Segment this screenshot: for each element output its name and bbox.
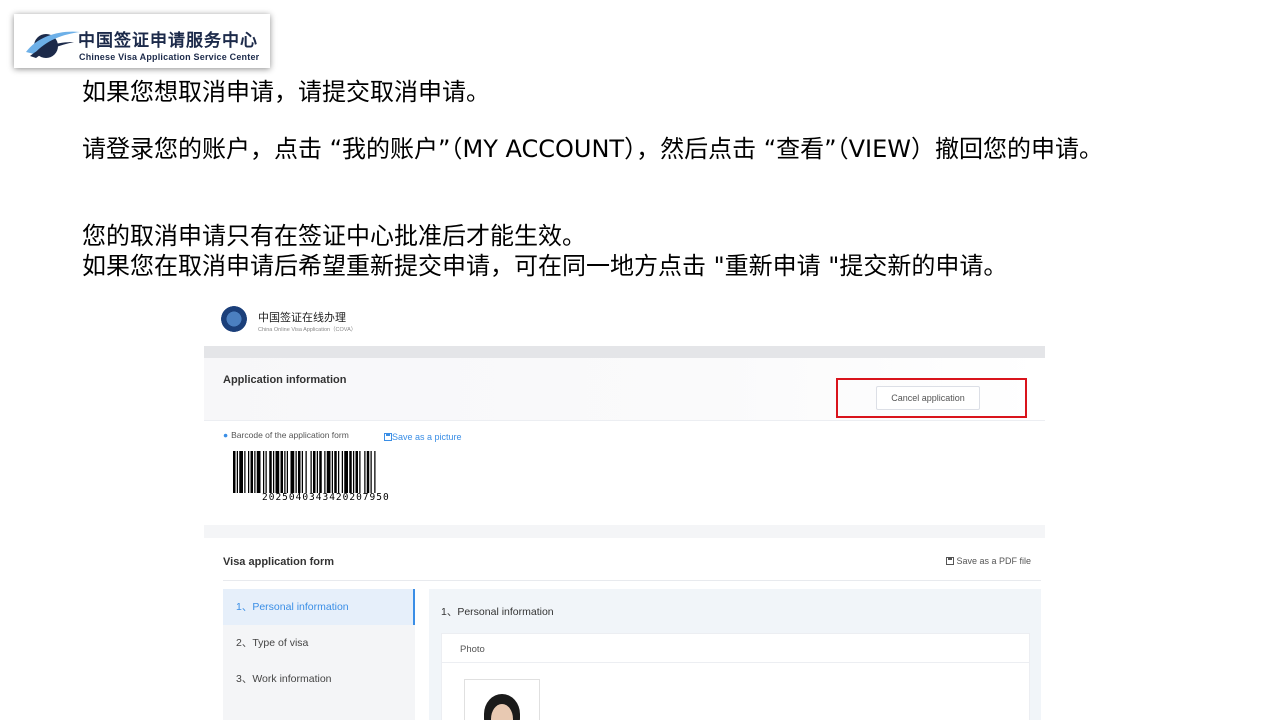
instruction-line-2: 请登录您的账户，点击 “我的账户”（MY ACCOUNT），然后点击 “查看”（… [82,135,1103,163]
barcode-bar [284,451,286,493]
site-subtitle: China Online Visa Application（COVA） [258,327,357,333]
photo-label: Photo [460,644,485,655]
barcode-bar [273,451,275,493]
swoosh-logo-icon [26,31,80,58]
barcode-bar [254,451,256,493]
save-as-picture-text: Save as a picture [392,432,462,442]
form-side-nav: 1、Personal information 2、Type of visa 3、… [223,589,415,720]
application-info-card: Application information Cancel applicati… [204,358,1045,525]
barcode-bar [316,451,318,493]
barcode-bar [301,451,303,493]
barcode-bar [275,451,280,493]
barcode-bar [295,451,297,493]
cova-screenshot: 中国签证在线办理 China Online Visa Application（C… [204,296,1045,720]
save-icon [384,433,392,441]
barcode-bar [334,451,337,493]
visa-form-title: Visa application form [223,556,335,568]
barcode-bar [326,451,331,493]
barcode-bar [366,451,370,493]
visa-center-logo: 中国签证申请服务中心 Chinese Visa Application Serv… [14,14,270,68]
barcode-bar [290,451,295,493]
save-as-picture-link[interactable]: Save as a picture [384,432,462,442]
logo-name-en: Chinese Visa Application Service Center [79,52,260,62]
visa-application-form-card: Visa application form Save as a PDF file… [204,538,1045,720]
barcode-bar [338,451,340,493]
instruction-line-1: 如果您想取消申请，请提交取消申请。 [82,78,490,106]
barcode-number: 2025040343420207950 [262,492,390,503]
nav-work-information[interactable]: 3、Work information [223,661,415,697]
barcode-bar [239,451,243,493]
application-info-header: Application information Cancel applicati… [204,358,1045,421]
site-title: 中国签证在线办理 [258,311,346,324]
barcode-bar [250,451,253,493]
barcode-bar [355,451,358,493]
barcode-bar [349,451,352,493]
form-divider [223,580,1041,581]
barcode-bar [344,451,348,493]
barcode-bar [269,451,272,493]
barcode-bar [263,451,265,493]
barcode-bar [374,451,376,493]
barcode-bar [319,451,322,493]
save-as-pdf-link[interactable]: Save as a PDF file [946,556,1031,566]
barcode-bar [359,451,361,493]
barcode-label: ● Barcode of the application form [223,430,349,440]
barcode-bar [324,451,326,493]
barcode-bar [265,451,267,493]
barcode-bar [370,451,372,493]
save-as-pdf-text: Save as a PDF file [956,556,1032,566]
barcode-bar [244,451,246,493]
barcode-bar [280,451,283,493]
bullet-icon: ● [223,430,229,440]
instruction-line-3: 您的取消申请只有在签证中心批准后才能生效。 [82,222,586,250]
site-header: 中国签证在线办理 China Online Visa Application（C… [204,296,1045,346]
applicant-photo [464,679,540,720]
highlight-box [836,378,1027,418]
barcode-bar [305,451,307,493]
barcode-bar [310,451,312,493]
application-barcode [233,451,376,493]
header-divider [204,346,1045,358]
barcode-bar [236,451,238,493]
section-title: 1、Personal information [441,606,554,618]
photo-section: Photo [441,633,1030,720]
barcode-label-text: Barcode of the application form [231,430,349,440]
barcode-bar [298,451,301,493]
pdf-save-icon [946,557,954,565]
barcode-bar [256,451,261,493]
instruction-line-4: 如果您在取消申请后希望重新提交申请，可在同一地方点击 "重新申请 "提交新的申请… [82,252,1008,280]
barcode-bar [286,451,288,493]
cova-emblem-icon [221,306,247,332]
nav-personal-information[interactable]: 1、Personal information [223,589,415,625]
application-info-title: Application information [223,374,347,386]
barcode-bar [364,451,366,493]
form-main-panel: 1、Personal information Photo [429,589,1041,720]
logo-name-cn: 中国签证申请服务中心 [78,31,258,51]
barcode-bar [341,451,343,493]
barcode-bar [248,451,250,493]
barcode-bar [233,451,236,493]
barcode-bar [331,451,333,493]
nav-type-of-visa[interactable]: 2、Type of visa [223,625,415,661]
barcode-bar [313,451,316,493]
barcode-bar [353,451,355,493]
photo-divider [442,662,1029,663]
